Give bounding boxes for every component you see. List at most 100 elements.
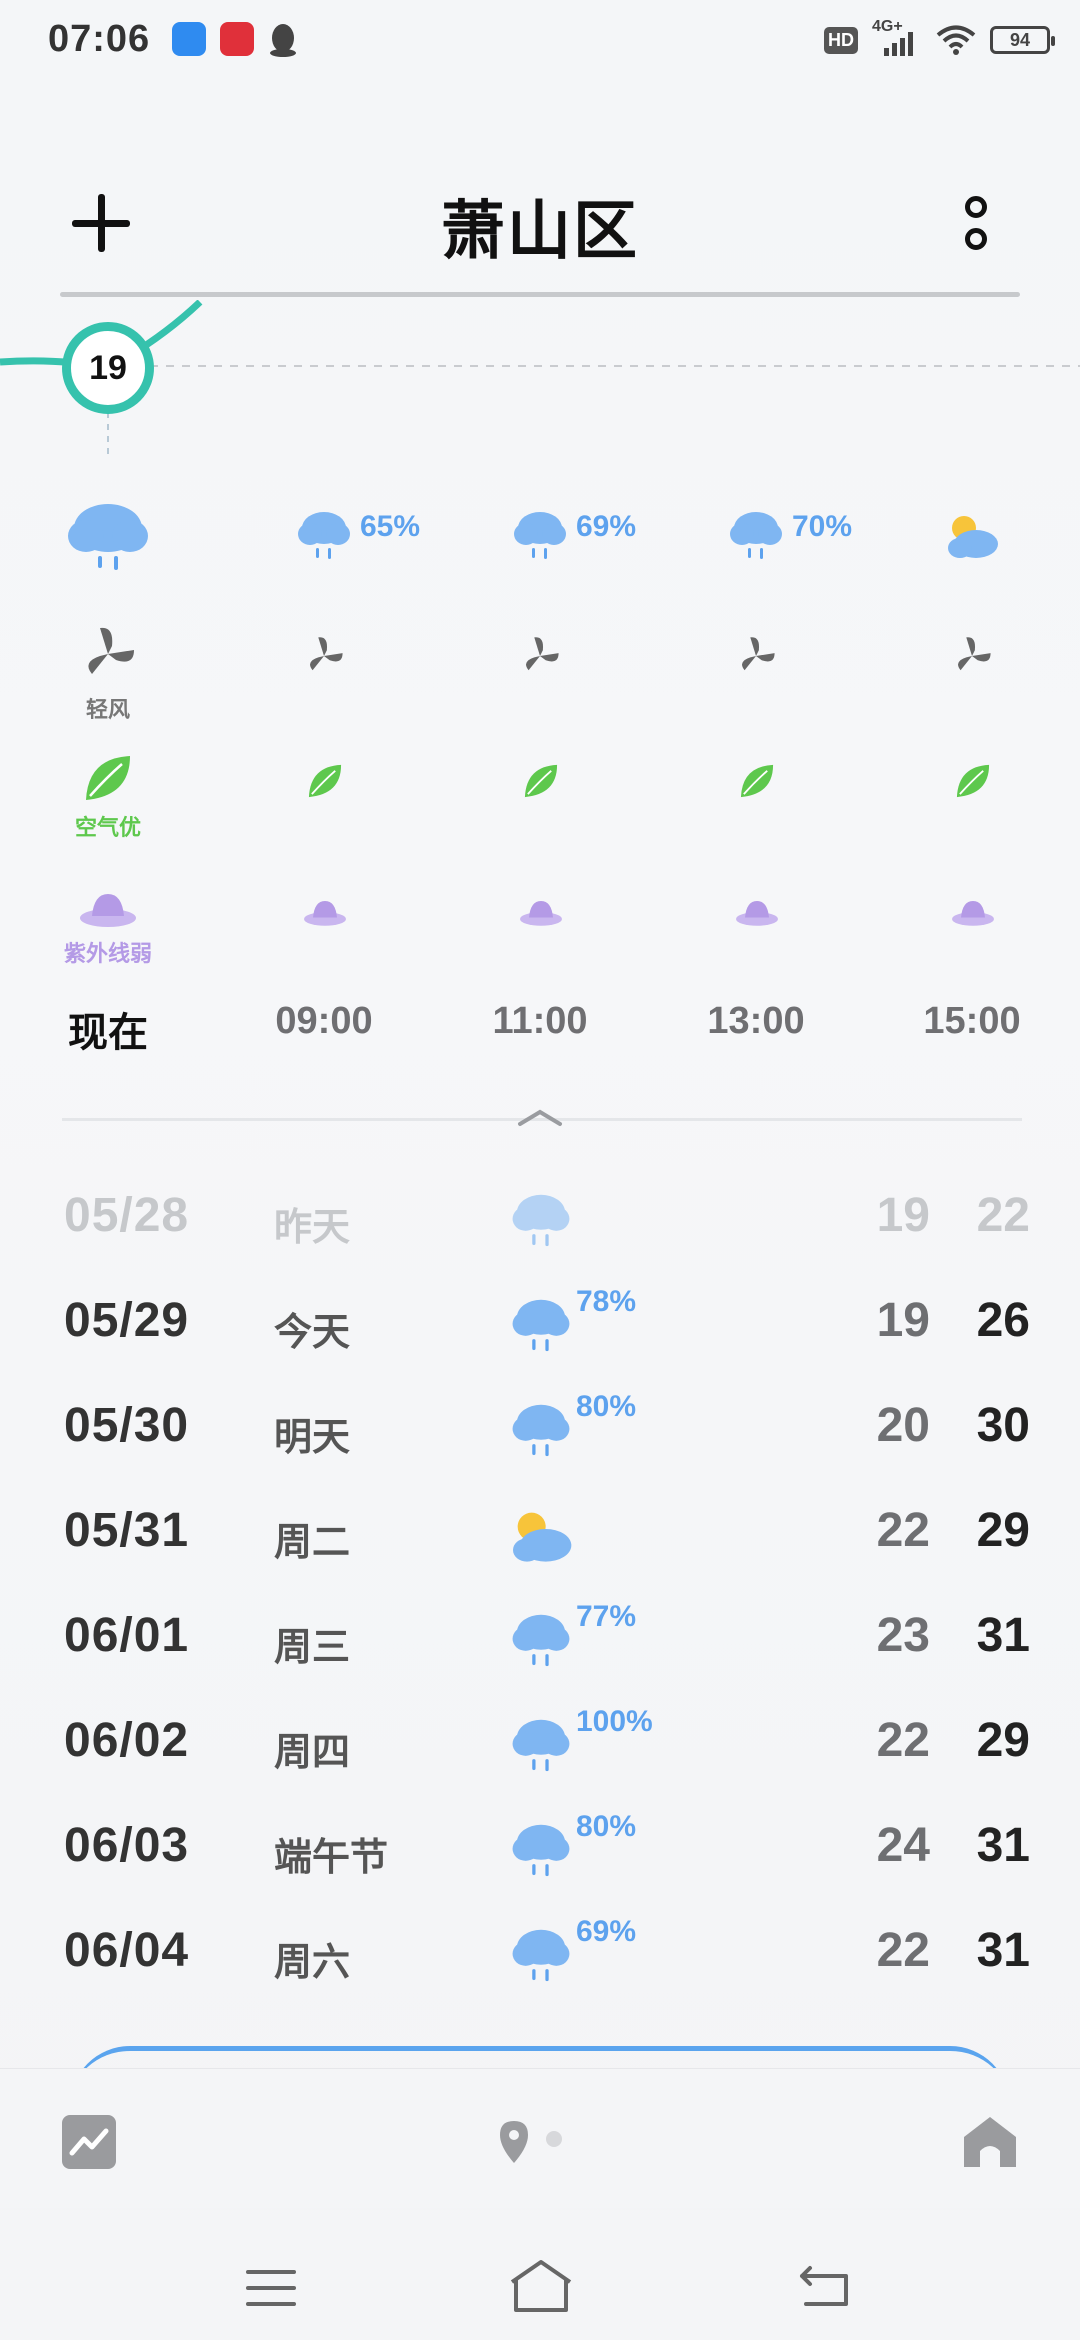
daily-row[interactable]: 06/01 周三 77% 23 31 bbox=[0, 1590, 1080, 1695]
leaf-icon bbox=[86, 756, 130, 800]
daily-low: 22 bbox=[876, 1714, 930, 1767]
daily-date: 05/28 bbox=[64, 1189, 190, 1242]
hourly-forecast[interactable]: 19 轻风 空气优 紫外线弱 现在 65% 09:00 69% 11:00 70… bbox=[0, 300, 1080, 1060]
location-pin-icon[interactable] bbox=[494, 2117, 534, 2167]
uv-hat-icon bbox=[952, 901, 994, 926]
daily-precip: 78% bbox=[576, 1285, 637, 1318]
fan-wind-icon bbox=[742, 637, 775, 671]
leaf-icon bbox=[740, 764, 774, 798]
daily-date: 05/29 bbox=[64, 1294, 190, 1347]
status-bar: 07:06 HD 4G+ 94 bbox=[0, 0, 1080, 80]
page-indicator-dot bbox=[546, 2131, 562, 2147]
precip-percent: 69% bbox=[576, 510, 637, 543]
rain-cloud-icon bbox=[512, 1719, 570, 1772]
rain-cloud-icon bbox=[512, 1824, 570, 1877]
rain-cloud-icon bbox=[512, 1404, 570, 1457]
chevron-up-icon[interactable] bbox=[516, 1102, 564, 1132]
daily-low: 19 bbox=[876, 1189, 930, 1242]
uv-hat-icon bbox=[304, 901, 346, 926]
daily-date: 06/04 bbox=[64, 1924, 190, 1977]
wind-label: 轻风 bbox=[85, 697, 130, 722]
daily-row[interactable]: 05/31 周二 22 29 bbox=[0, 1485, 1080, 1590]
wifi-icon bbox=[936, 25, 976, 55]
fan-wind-icon bbox=[526, 637, 559, 671]
leaf-icon bbox=[308, 764, 342, 798]
daily-low: 22 bbox=[876, 1924, 930, 1977]
daily-day: 周二 bbox=[274, 1522, 351, 1564]
daily-date: 05/30 bbox=[64, 1399, 190, 1452]
rain-cloud-icon bbox=[298, 512, 350, 559]
hour-column[interactable]: 65% 09:00 bbox=[224, 300, 424, 1060]
daily-high: 31 bbox=[976, 1924, 1030, 1977]
daily-high: 31 bbox=[976, 1609, 1030, 1662]
home-icon[interactable] bbox=[960, 2113, 1020, 2169]
daily-row[interactable]: 06/02 周四 100% 22 29 bbox=[0, 1695, 1080, 1800]
daily-day: 周六 bbox=[274, 1942, 351, 1984]
daily-high: 26 bbox=[976, 1294, 1030, 1347]
partly-cloudy-icon bbox=[513, 1512, 572, 1562]
hd-badge: HD bbox=[824, 26, 858, 54]
battery-level: 94 bbox=[1009, 29, 1031, 50]
daily-precip: 77% bbox=[576, 1600, 637, 1633]
daily-low: 23 bbox=[876, 1609, 930, 1662]
daily-high: 30 bbox=[976, 1399, 1030, 1452]
daily-day: 周三 bbox=[274, 1627, 351, 1669]
menu-icon[interactable] bbox=[244, 2266, 298, 2310]
signal-icon: 4G+ bbox=[872, 18, 922, 58]
rain-cloud-icon bbox=[512, 1194, 570, 1247]
daily-row[interactable]: 05/30 明天 80% 20 30 bbox=[0, 1380, 1080, 1485]
qq-penguin-icon bbox=[270, 24, 296, 57]
uv-hat-icon bbox=[520, 901, 562, 926]
daily-day: 昨天 bbox=[274, 1207, 351, 1249]
rain-cloud-icon bbox=[730, 512, 782, 559]
daily-low: 24 bbox=[876, 1819, 930, 1872]
daily-day: 端午节 bbox=[274, 1837, 389, 1879]
precip-percent: 70% bbox=[792, 510, 853, 543]
daily-date: 05/31 bbox=[64, 1504, 190, 1557]
status-right: HD 4G+ 94 bbox=[824, 18, 1055, 58]
daily-row[interactable]: 06/03 端午节 80% 24 31 bbox=[0, 1800, 1080, 1905]
hour-time: 现在 bbox=[68, 1011, 148, 1055]
hour-column[interactable]: 69% 11:00 bbox=[440, 300, 640, 1060]
leaf-icon bbox=[956, 764, 990, 798]
app-blue-icon bbox=[172, 22, 206, 56]
daily-high: 31 bbox=[976, 1819, 1030, 1872]
hour-column[interactable]: 轻风 空气优 紫外线弱 现在 bbox=[8, 300, 208, 1060]
daily-row[interactable]: 06/04 周六 69% 22 31 bbox=[0, 1905, 1080, 2010]
daily-high: 29 bbox=[976, 1714, 1030, 1767]
daily-row[interactable]: 05/28 昨天 19 22 bbox=[0, 1170, 1080, 1275]
hour-time: 15:00 bbox=[923, 1000, 1021, 1042]
status-app-icons bbox=[172, 22, 298, 58]
hour-time: 09:00 bbox=[275, 1000, 373, 1042]
daily-date: 06/03 bbox=[64, 1819, 190, 1872]
rain-cloud-icon bbox=[514, 512, 566, 559]
daily-low: 19 bbox=[876, 1294, 930, 1347]
trend-chart-icon[interactable] bbox=[62, 2115, 116, 2169]
system-nav bbox=[0, 2210, 1080, 2340]
uv-hat-icon bbox=[80, 894, 136, 927]
header-divider bbox=[60, 292, 1020, 297]
daily-date: 06/01 bbox=[64, 1609, 190, 1662]
daily-high: 29 bbox=[976, 1504, 1030, 1557]
battery-icon: 94 bbox=[990, 26, 1055, 54]
uv-label: 紫外线弱 bbox=[63, 941, 152, 966]
fan-wind-icon bbox=[958, 637, 991, 671]
daily-row[interactable]: 05/29 今天 78% 19 26 bbox=[0, 1275, 1080, 1380]
hour-time: 11:00 bbox=[492, 1000, 588, 1042]
daily-high: 22 bbox=[976, 1189, 1030, 1242]
header: 萧山区 bbox=[0, 150, 1080, 297]
hour-column[interactable]: 15:00 bbox=[872, 300, 1072, 1060]
back-icon[interactable] bbox=[796, 2260, 852, 2310]
daily-precip: 69% bbox=[576, 1915, 637, 1948]
hour-column[interactable]: 70% 13:00 bbox=[656, 300, 856, 1060]
fan-wind-icon bbox=[310, 637, 343, 671]
air-quality-label: 空气优 bbox=[74, 815, 141, 840]
fan-wind-icon bbox=[88, 627, 134, 674]
daily-day: 周四 bbox=[274, 1732, 351, 1774]
uv-hat-icon bbox=[736, 901, 778, 926]
more-vertical-icon[interactable] bbox=[956, 188, 996, 258]
home-outline-icon[interactable] bbox=[506, 2258, 576, 2314]
rain-cloud-icon bbox=[512, 1929, 570, 1982]
leaf-icon bbox=[524, 764, 558, 798]
daily-day: 明天 bbox=[274, 1417, 351, 1459]
